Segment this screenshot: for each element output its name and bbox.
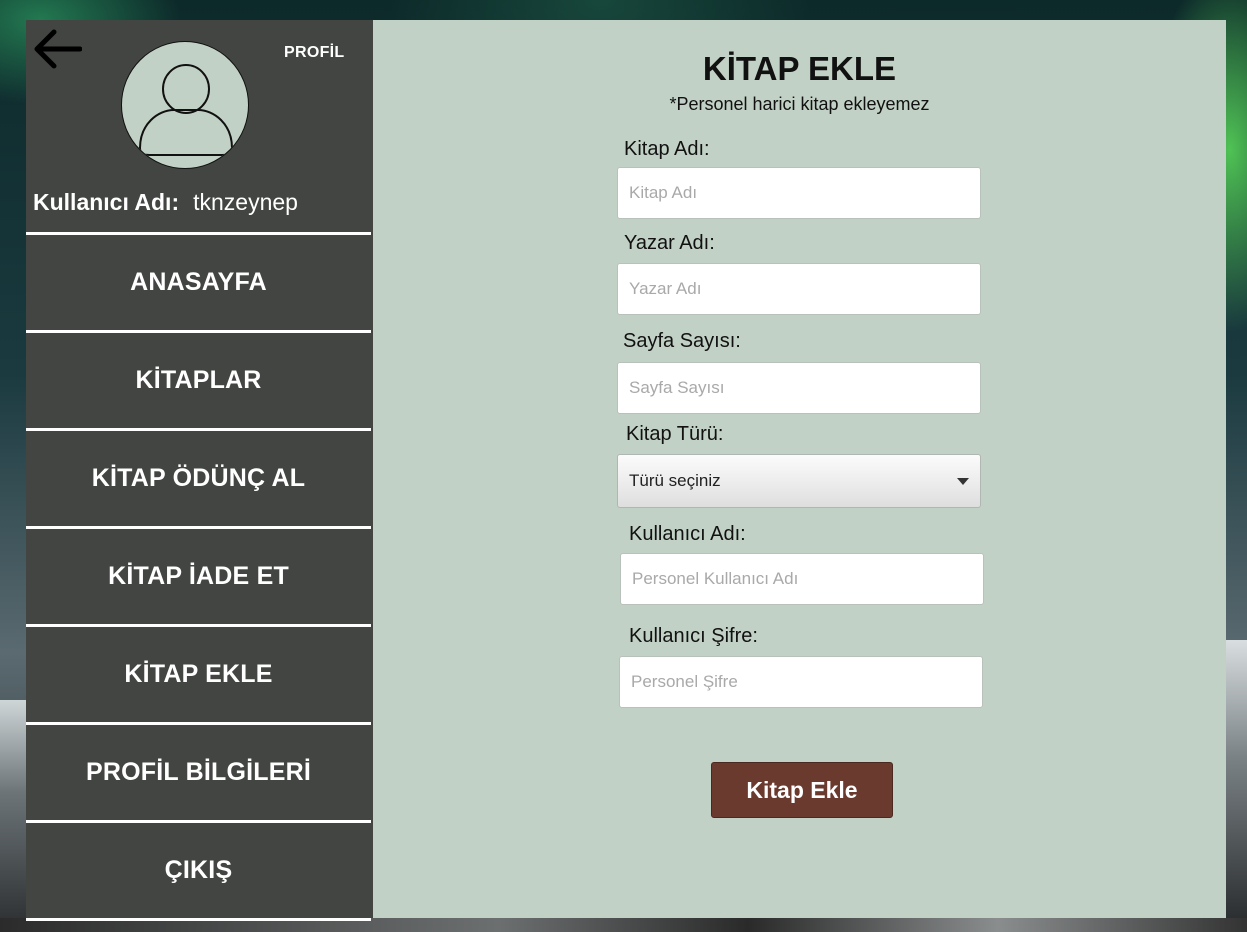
page-count-label: Sayfa Sayısı: [623,330,741,352]
page-count-input[interactable] [617,362,981,414]
sidebar-item-kitap-odunc-al[interactable]: KİTAP ÖDÜNÇ AL [26,428,371,526]
sidebar-item-anasayfa[interactable]: ANASAYFA [26,232,371,330]
staff-password-input[interactable] [619,656,983,708]
author-name-label: Yazar Adı: [624,232,715,254]
username-value: tknzeynep [193,189,298,215]
sidebar: PROFİL Kullanıcı Adı: tknzeynep ANASAYFA… [26,20,373,921]
staff-username-input[interactable] [620,553,984,605]
staff-password-label: Kullanıcı Şifre: [629,625,758,647]
sidebar-item-cikis[interactable]: ÇIKIŞ [26,820,371,918]
user-icon [138,64,234,156]
sidebar-item-profil-bilgileri[interactable]: PROFİL BİLGİLERİ [26,722,371,820]
page-title: KİTAP EKLE [702,50,897,87]
sidebar-item-kitaplar[interactable]: KİTAPLAR [26,330,371,428]
page-subtitle: *Personel harici kitap ekleyemez [669,94,930,114]
author-name-input[interactable] [617,263,981,315]
username-label: Kullanıcı Adı: [33,189,180,215]
username-row: Kullanıcı Adı: tknzeynep [33,189,298,219]
chevron-down-icon [957,478,969,485]
back-arrow-icon[interactable] [30,26,83,72]
add-book-button[interactable]: Kitap Ekle [711,762,893,818]
book-name-label: Kitap Adı: [624,138,710,160]
profile-label: PROFİL [284,44,345,61]
genre-select-value: Türü seçiniz [629,471,721,490]
menu-divider [26,918,371,921]
sidebar-menu: ANASAYFA KİTAPLAR KİTAP ÖDÜNÇ AL KİTAP İ… [26,232,373,921]
book-name-input[interactable] [617,167,981,219]
avatar [121,41,249,169]
genre-select[interactable]: Türü seçiniz [617,454,981,508]
sidebar-item-kitap-iade-et[interactable]: KİTAP İADE ET [26,526,371,624]
staff-username-label: Kullanıcı Adı: [629,523,746,545]
main-panel: KİTAP EKLE *Personel harici kitap ekleye… [373,20,1226,918]
sidebar-item-kitap-ekle[interactable]: KİTAP EKLE [26,624,371,722]
app-window: PROFİL Kullanıcı Adı: tknzeynep ANASAYFA… [26,20,1226,921]
background-mountain-right [1226,640,1247,932]
genre-label: Kitap Türü: [626,423,724,445]
